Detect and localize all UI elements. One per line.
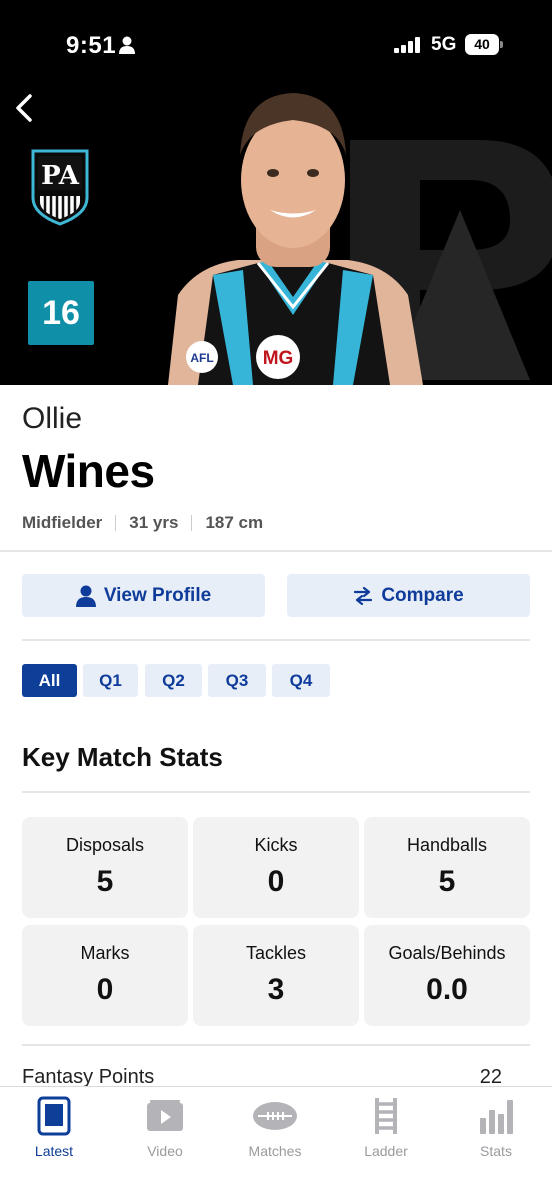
stat-card-goals-behinds: Goals/Behinds 0.0 (364, 925, 530, 1026)
network-type: 5G (431, 34, 457, 55)
section-divider (22, 639, 530, 641)
stat-value: 5 (438, 865, 456, 898)
battery-level: 40 (465, 34, 499, 55)
stat-value: 3 (267, 973, 285, 1006)
sponsor-logo-text: MG (263, 348, 294, 369)
player-meta: Midfielder 31 yrs 187 cm (22, 513, 263, 533)
nav-ladder[interactable]: Ladder (336, 1095, 436, 1159)
nav-latest-label: Latest (34, 1143, 74, 1159)
bottom-nav: Latest Video Matches Ladder Stats (0, 1086, 552, 1200)
player-position: Midfielder (22, 513, 103, 532)
stat-value: 5 (96, 865, 114, 898)
compare-button[interactable]: Compare (287, 574, 530, 617)
nav-ladder-label: Ladder (364, 1143, 408, 1159)
nav-matches[interactable]: Matches (225, 1095, 325, 1159)
nav-stats-label: Stats (480, 1143, 512, 1159)
stat-label: Disposals (65, 835, 145, 855)
person-icon (119, 36, 135, 54)
quarter-tab-q4[interactable]: Q4 (272, 664, 330, 697)
player-height: 187 cm (205, 513, 264, 532)
back-chevron-icon[interactable] (8, 88, 44, 128)
ladder-icon (375, 1098, 397, 1134)
player-hero: AFL MG 9:51 5G 40 PA 16 (0, 0, 552, 385)
signal-icon (394, 37, 420, 53)
stat-value: 0 (96, 973, 114, 1006)
stat-label: Marks (80, 943, 130, 963)
section-divider (22, 1044, 530, 1046)
nav-video-label: Video (147, 1143, 183, 1159)
stat-label: Handballs (406, 835, 488, 855)
section-divider (0, 550, 552, 552)
stat-card-handballs: Handballs 5 (364, 817, 530, 918)
quarter-tab-q3[interactable]: Q3 (208, 664, 266, 697)
stat-label: Tackles (245, 943, 307, 963)
section-divider (22, 791, 530, 793)
meta-separator (191, 515, 193, 531)
stat-card-disposals: Disposals 5 (22, 817, 188, 918)
player-photo: AFL MG (168, 93, 423, 385)
stat-value: 0 (267, 865, 285, 898)
nav-video[interactable]: Video (115, 1095, 215, 1159)
stat-card-marks: Marks 0 (22, 925, 188, 1026)
nav-stats[interactable]: Stats (446, 1095, 546, 1159)
compare-label: Compare (381, 584, 464, 606)
swap-arrows-icon (354, 586, 373, 605)
meta-separator (115, 515, 117, 531)
bar-chart-icon (480, 1100, 513, 1134)
afl-logo-text: AFL (190, 351, 213, 365)
stat-card-kicks: Kicks 0 (193, 817, 359, 918)
video-play-icon (147, 1100, 183, 1131)
view-profile-label: View Profile (103, 584, 212, 606)
player-age: 31 yrs (129, 513, 179, 532)
battery-icon: 40 (465, 34, 503, 55)
stat-label: Goals/Behinds (388, 943, 506, 963)
fantasy-points-label: Fantasy Points (22, 1066, 155, 1088)
battery-nub (500, 41, 503, 48)
stat-card-tackles: Tackles 3 (193, 925, 359, 1026)
jersey-number-badge: 16 (28, 281, 94, 345)
svg-text:PA: PA (41, 161, 80, 191)
football-icon (253, 1102, 297, 1130)
nav-matches-label: Matches (248, 1143, 302, 1159)
quarter-tab-all[interactable]: All (22, 664, 77, 697)
nav-latest[interactable]: Latest (4, 1095, 104, 1159)
latest-tablet-icon (37, 1096, 71, 1136)
stat-label: Kicks (254, 835, 298, 855)
key-match-stats-title: Key Match Stats (22, 742, 223, 772)
view-profile-button[interactable]: View Profile (22, 574, 265, 617)
stat-value: 0.0 (426, 973, 468, 1006)
club-crest-icon: PA (31, 149, 89, 226)
quarter-tab-q2[interactable]: Q2 (145, 664, 202, 697)
status-bar: 9:51 5G 40 (0, 0, 552, 90)
player-last-name: Wines (22, 445, 155, 497)
person-icon (75, 585, 96, 607)
status-time: 9:51 (66, 32, 117, 59)
quarter-tab-q1[interactable]: Q1 (83, 664, 138, 697)
player-first-name: Ollie (22, 402, 83, 435)
